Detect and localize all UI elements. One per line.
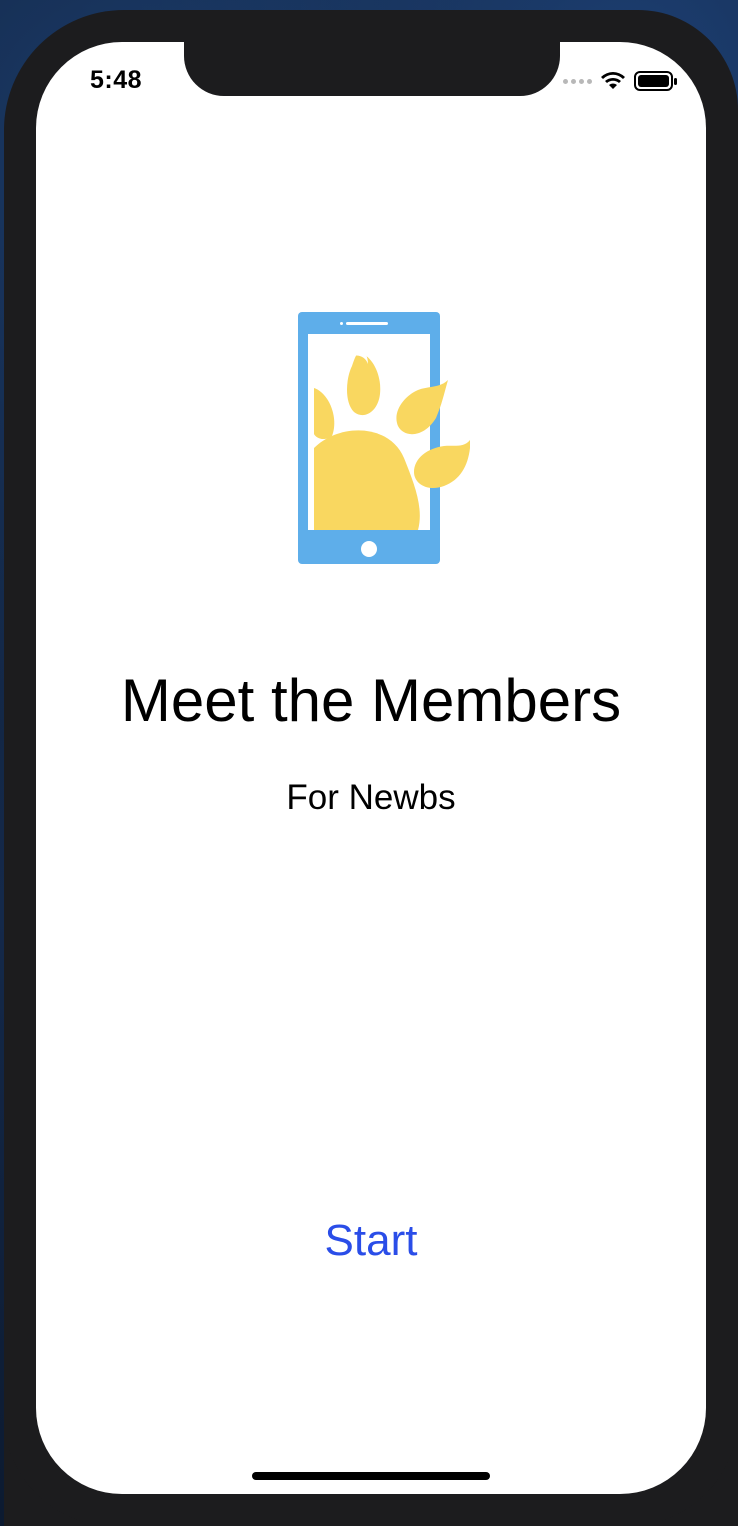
- status-time: 5:48: [90, 66, 143, 94]
- page-subtitle: For Newbs: [286, 778, 456, 817]
- signal-dots-icon: [563, 78, 592, 84]
- phone-with-paw-icon: [298, 312, 470, 564]
- home-indicator[interactable]: [252, 1472, 490, 1480]
- wifi-icon: [601, 72, 625, 89]
- device-notch: [184, 42, 560, 96]
- status-icons: [563, 70, 678, 92]
- page-title: Meet the Members: [120, 667, 622, 734]
- battery-icon: [634, 71, 677, 91]
- start-button[interactable]: Start: [291, 1206, 451, 1276]
- device-screen: 5:48 Meet the Members For Newbs Start: [36, 42, 706, 1494]
